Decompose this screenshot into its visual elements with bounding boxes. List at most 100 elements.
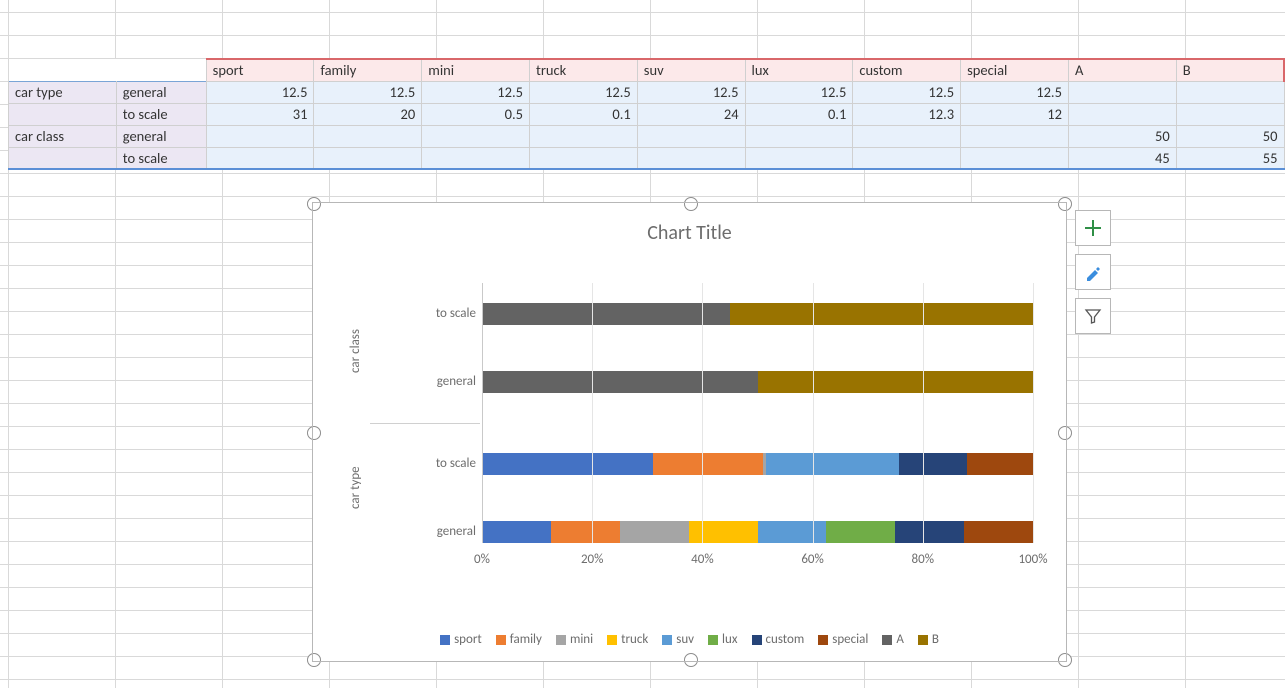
legend-item[interactable]: lux [708,632,737,647]
bar-segment[interactable] [758,521,827,543]
data-cell[interactable] [745,147,853,169]
chart-object[interactable]: Chart Title car class car type 0%20%40%6… [312,202,1067,662]
bar-segment[interactable] [551,521,620,543]
legend-item[interactable]: suv [662,632,694,647]
data-cell[interactable]: 12.5 [961,81,1069,103]
table-row: car classgeneral5050 [9,125,1285,147]
data-cell[interactable]: 12.5 [853,81,961,103]
legend-item[interactable]: special [818,632,868,647]
stacked-bar[interactable] [482,371,1033,393]
bars-container [482,283,1033,543]
bar-segment[interactable] [482,521,551,543]
resize-handle[interactable] [1058,426,1072,440]
data-cell[interactable] [853,125,961,147]
data-cell[interactable]: 12.5 [745,81,853,103]
data-cell[interactable]: 24 [637,103,745,125]
data-cell[interactable]: 12.5 [206,81,314,103]
data-cell[interactable] [314,125,422,147]
bar-segment[interactable] [482,371,758,393]
data-cell[interactable]: 50 [1176,125,1284,147]
data-cell[interactable]: 31 [206,103,314,125]
bar-segment[interactable] [482,303,730,325]
data-cell[interactable]: 12.5 [637,81,745,103]
stacked-bar[interactable] [482,303,1033,325]
row-group-label: car class [9,125,117,147]
data-cell[interactable]: 50 [1068,125,1176,147]
legend-swatch [918,635,928,645]
bar-segment[interactable] [766,453,898,475]
data-cell[interactable] [1068,81,1176,103]
table-row: to scale31200.50.1240.112.312 [9,103,1285,125]
legend-swatch [556,635,566,645]
legend-label: mini [570,632,593,647]
resize-handle[interactable] [684,197,698,211]
data-cell[interactable] [314,147,422,169]
data-cell[interactable] [206,147,314,169]
legend-item[interactable]: custom [752,632,805,647]
data-cell[interactable]: 12.5 [422,81,530,103]
data-cell[interactable] [961,147,1069,169]
chart-styles-button[interactable] [1075,254,1111,290]
chart-title[interactable]: Chart Title [313,221,1066,245]
y-tick-label: general [388,374,476,389]
bar-segment[interactable] [758,371,1034,393]
bar-segment[interactable] [895,521,964,543]
data-cell[interactable]: 0.1 [530,103,638,125]
data-table[interactable]: sportfamilyminitrucksuvluxcustomspecialA… [8,58,1285,170]
legend-label: special [832,632,868,647]
data-cell[interactable] [853,147,961,169]
data-cell[interactable]: 20 [314,103,422,125]
resize-handle[interactable] [1058,197,1072,211]
legend-item[interactable]: mini [556,632,593,647]
resize-handle[interactable] [307,197,321,211]
data-cell[interactable]: 45 [1068,147,1176,169]
data-cell[interactable]: 0.5 [422,103,530,125]
data-cell[interactable]: 12.3 [853,103,961,125]
data-cell[interactable] [637,125,745,147]
plot-area[interactable]: car class car type 0%20%40%60%80%100%to … [348,283,1043,573]
data-cell[interactable] [1068,103,1176,125]
column-header: sport [206,59,314,81]
resize-handle[interactable] [1058,653,1072,667]
data-cell[interactable] [745,125,853,147]
resize-handle[interactable] [307,653,321,667]
bar-segment[interactable] [967,453,1033,475]
stacked-bar[interactable] [482,453,1033,475]
data-cell[interactable]: 0.1 [745,103,853,125]
resize-handle[interactable] [684,653,698,667]
data-cell[interactable] [530,147,638,169]
data-cell[interactable]: 12.5 [314,81,422,103]
row-group-label [9,103,117,125]
data-cell[interactable] [1176,81,1284,103]
data-cell[interactable] [422,147,530,169]
bar-segment[interactable] [482,453,653,475]
data-cell[interactable] [637,147,745,169]
bar-segment[interactable] [620,521,689,543]
data-cell[interactable]: 12.5 [530,81,638,103]
data-cell[interactable] [530,125,638,147]
legend-item[interactable]: B [918,632,939,647]
legend-swatch [440,635,450,645]
resize-handle[interactable] [307,426,321,440]
data-cell[interactable] [206,125,314,147]
bar-segment[interactable] [899,453,967,475]
legend-item[interactable]: family [496,632,542,647]
bar-segment[interactable] [653,453,763,475]
data-cell[interactable] [961,125,1069,147]
bar-segment[interactable] [730,303,1033,325]
x-tick-label: 40% [672,552,732,567]
data-cell[interactable]: 12 [961,103,1069,125]
chart-filter-button[interactable] [1075,298,1111,334]
data-cell[interactable] [1176,103,1284,125]
bar-segment[interactable] [826,521,895,543]
bar-segment[interactable] [689,521,758,543]
data-cell[interactable]: 55 [1176,147,1284,169]
chart-legend[interactable]: sport family mini truck suvlux custom special A… [313,632,1066,647]
data-cell[interactable] [422,125,530,147]
legend-item[interactable]: sport [440,632,482,647]
legend-item[interactable]: truck [607,632,648,647]
bar-segment[interactable] [964,521,1033,543]
chart-elements-button[interactable] [1075,210,1111,246]
legend-item[interactable]: A [882,632,904,647]
stacked-bar[interactable] [482,521,1033,543]
